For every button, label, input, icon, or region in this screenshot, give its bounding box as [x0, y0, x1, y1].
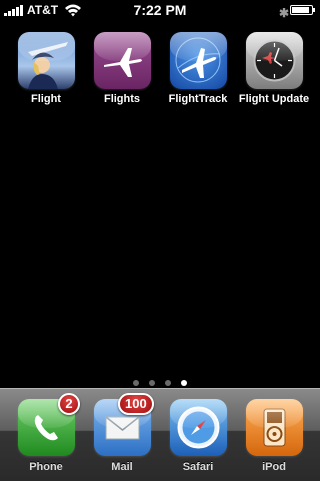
dock-label: Safari	[182, 461, 214, 473]
phone-badge: 2	[58, 393, 80, 415]
app-label: Flights	[103, 93, 141, 105]
dock-app-ipod[interactable]: iPod	[236, 399, 312, 473]
clock-airplane-icon	[245, 32, 303, 89]
dock: 2 Phone 100 Mail Safari iPod	[0, 388, 320, 481]
airplane-purple-icon	[93, 32, 151, 89]
status-bar: AT&T 7:22 PM ✱	[0, 0, 320, 20]
page-dot[interactable]	[149, 380, 155, 386]
ipod-icon	[245, 399, 303, 456]
dock-label: Phone	[29, 461, 63, 473]
dock-app-mail[interactable]: 100 Mail	[84, 393, 160, 473]
dock-label: iPod	[262, 461, 286, 473]
airplane-globe-icon	[169, 32, 227, 89]
app-flights[interactable]: Flights	[84, 32, 160, 105]
app-label: FlightTrack	[168, 93, 228, 105]
clock-time: 7:22 PM	[133, 2, 187, 18]
app-label: Flight	[31, 93, 61, 105]
mail-badge: 100	[118, 393, 154, 415]
bluetooth-icon: ✱	[279, 6, 290, 20]
page-dot[interactable]	[165, 380, 171, 386]
dock-label: Mail	[111, 461, 133, 473]
page-dot[interactable]	[181, 380, 187, 386]
app-label: Flight Update	[238, 93, 310, 105]
app-flighttrack[interactable]: FlightTrack	[160, 32, 236, 105]
dock-app-safari[interactable]: Safari	[160, 399, 236, 473]
dock-app-phone[interactable]: 2 Phone	[8, 393, 84, 473]
app-flight-update[interactable]: Flight Update	[236, 32, 312, 105]
battery-icon	[290, 5, 315, 15]
flight-attendant-icon	[17, 32, 75, 89]
compass-icon	[169, 399, 227, 456]
page-dot[interactable]	[133, 380, 139, 386]
app-flight[interactable]: Flight	[8, 32, 84, 105]
